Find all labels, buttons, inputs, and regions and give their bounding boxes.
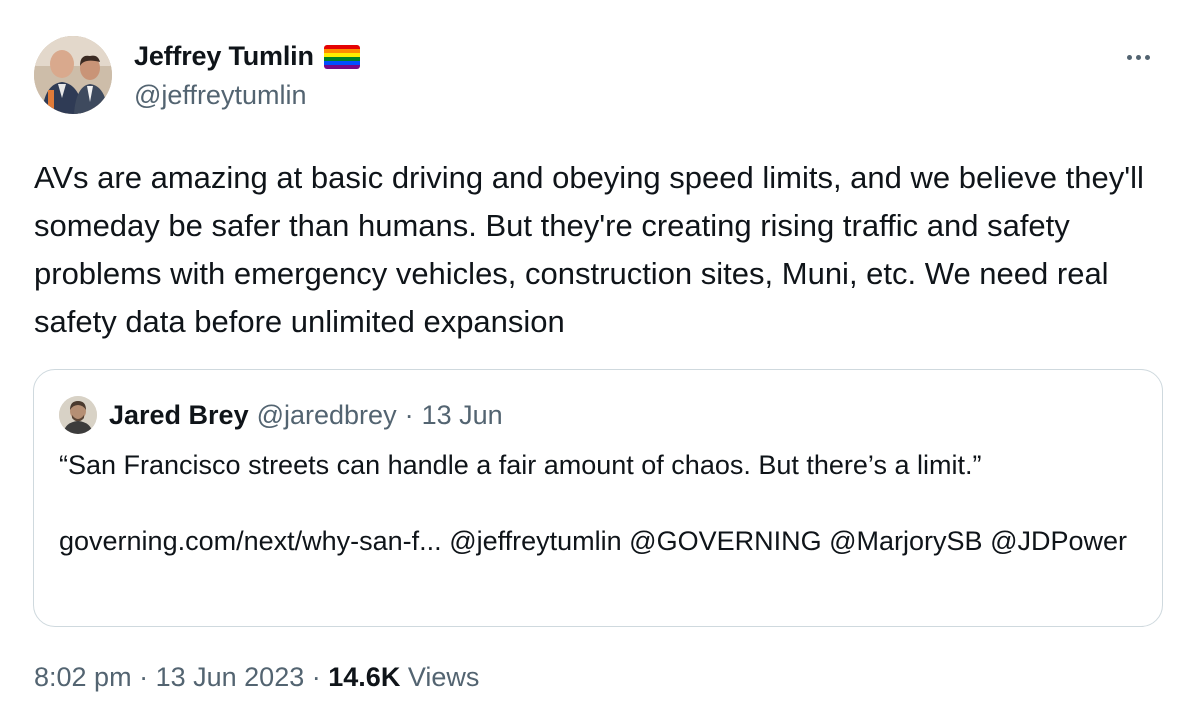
tweet-time[interactable]: 8:02 pm [34, 662, 132, 692]
author-display-name[interactable]: Jeffrey Tumlin [134, 41, 314, 72]
rainbow-flag-icon [323, 44, 360, 69]
quoted-tweet-links: governing.com/next/why-san-f... @jeffrey… [59, 522, 1139, 560]
mention[interactable]: @GOVERNING [629, 526, 821, 556]
tweet-text: AVs are amazing at basic driving and obe… [34, 160, 1144, 339]
mention[interactable]: @JDPower [990, 526, 1127, 556]
quoted-author-avatar[interactable] [59, 396, 97, 434]
more-options-icon[interactable] [1118, 42, 1158, 72]
tweet-meta: 8:02 pm · 13 Jun 2023 · 14.6K Views [34, 662, 479, 693]
quoted-author-name[interactable]: Jared Brey [109, 400, 249, 431]
quoted-link[interactable]: governing.com/next/why-san-f... [59, 526, 442, 556]
author-name-line: Jeffrey Tumlin [134, 41, 360, 72]
views-count: 14.6K [328, 662, 401, 692]
mention[interactable]: @MarjorySB [829, 526, 982, 556]
views-label: Views [407, 662, 480, 692]
author-avatar[interactable] [34, 36, 112, 114]
meta-separator: · [311, 662, 321, 692]
mention[interactable]: @jeffreytumlin [449, 526, 621, 556]
quoted-tweet-body: “San Francisco streets can handle a fair… [59, 446, 1139, 560]
quoted-date[interactable]: 13 Jun [422, 400, 503, 431]
quoted-tweet-text: “San Francisco streets can handle a fair… [59, 450, 982, 480]
meta-separator: · [139, 662, 149, 692]
author-handle[interactable]: @jeffreytumlin [134, 80, 306, 111]
quoted-author-handle[interactable]: @jaredbrey [257, 400, 397, 431]
tweet-card: Jeffrey Tumlin @jeffreytumlin AVs are am… [0, 0, 1194, 724]
quoted-tweet-header: Jared Brey @jaredbrey · 13 Jun [59, 396, 503, 434]
quoted-tweet[interactable]: Jared Brey @jaredbrey · 13 Jun “San Fran… [33, 369, 1163, 627]
quoted-separator: · [404, 399, 414, 430]
tweet-date[interactable]: 13 Jun 2023 [156, 662, 305, 692]
